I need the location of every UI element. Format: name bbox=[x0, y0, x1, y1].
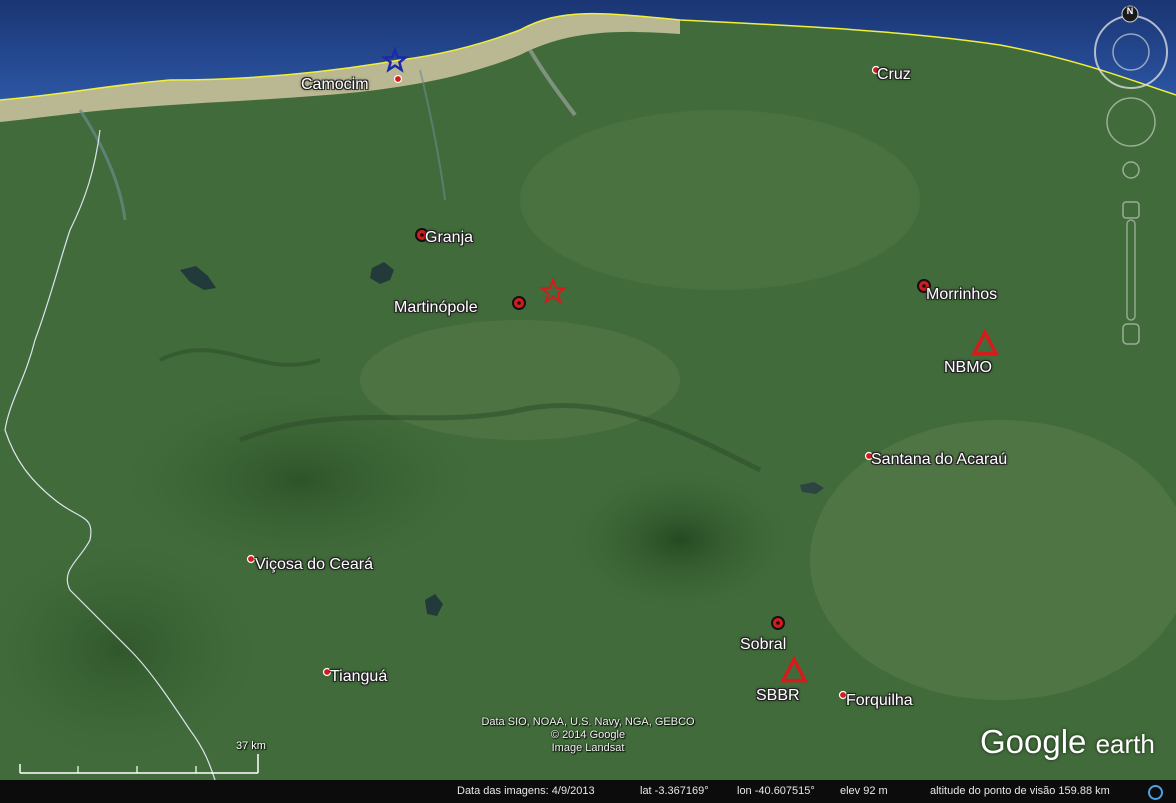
copyright-notice: Data SIO, NOAA, U.S. Navy, NGA, GEBCO © … bbox=[450, 716, 726, 755]
longitude-readout: lon -40.607515° bbox=[737, 785, 815, 797]
streaming-indicator-icon[interactable] bbox=[1148, 785, 1163, 800]
eye-altitude-readout: altitude do ponto de visão 159.88 km bbox=[930, 785, 1110, 797]
logo-product: earth bbox=[1095, 729, 1155, 759]
scale-bar-label: 37 km bbox=[236, 740, 266, 752]
satellite-map[interactable] bbox=[0, 0, 1176, 803]
place-label-granja[interactable]: Granja bbox=[425, 229, 473, 247]
place-label-martinopole[interactable]: Martinópole bbox=[394, 299, 478, 317]
station-label-sbbr[interactable]: SBBR bbox=[756, 687, 800, 705]
place-label-tiangua[interactable]: Tianguá bbox=[330, 668, 387, 686]
status-bar: Data das imagens: 4/9/2013 lat -3.367169… bbox=[0, 780, 1176, 803]
elevation-readout: elev 92 m bbox=[840, 785, 888, 797]
forest-patch bbox=[570, 470, 790, 610]
dry-patch bbox=[360, 320, 680, 440]
place-label-cruz[interactable]: Cruz bbox=[877, 66, 911, 84]
copyright-line-landsat: Image Landsat bbox=[551, 742, 625, 754]
place-label-forquilha[interactable]: Forquilha bbox=[846, 692, 913, 710]
town-marker-camocim[interactable] bbox=[393, 74, 403, 84]
city-marker-center-granja[interactable] bbox=[420, 233, 424, 237]
latitude-readout: lat -3.367169° bbox=[640, 785, 709, 797]
place-label-santana-do-acarau[interactable]: Santana do Acaraú bbox=[871, 451, 1007, 469]
copyright-line-google: © 2014 Google bbox=[550, 729, 626, 741]
station-label-nbmo[interactable]: NBMO bbox=[944, 359, 992, 377]
place-label-vicosa-do-ceara[interactable]: Viçosa do Ceará bbox=[255, 556, 373, 574]
imagery-date: Data das imagens: 4/9/2013 bbox=[457, 785, 595, 797]
logo-brand: Google bbox=[980, 723, 1087, 760]
copyright-line-data: Data SIO, NOAA, U.S. Navy, NGA, GEBCO bbox=[481, 716, 695, 728]
city-marker-center-martinopole[interactable] bbox=[517, 301, 521, 305]
place-label-sobral[interactable]: Sobral bbox=[740, 636, 786, 654]
place-label-camocim[interactable]: Camocim bbox=[301, 76, 369, 94]
dry-patch bbox=[520, 110, 920, 290]
place-label-morrinhos[interactable]: Morrinhos bbox=[926, 286, 997, 304]
city-marker-center-sobral[interactable] bbox=[776, 621, 780, 625]
town-marker-vicosa-do-ceara[interactable] bbox=[246, 554, 256, 564]
google-earth-logo: Google earth bbox=[980, 722, 1155, 764]
compass-north-label: N bbox=[1126, 6, 1134, 16]
